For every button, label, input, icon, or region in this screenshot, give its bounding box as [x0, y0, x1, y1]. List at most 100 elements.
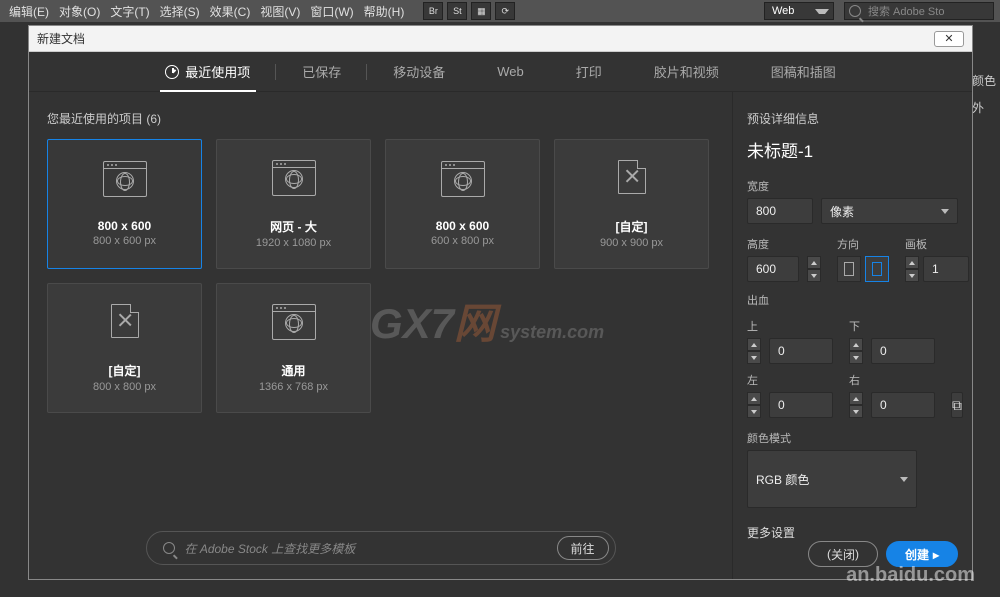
preset-custom-800[interactable]: [自定] 800 x 800 px [47, 283, 202, 413]
bleed-left-stepper[interactable] [747, 392, 761, 418]
preset-dims: 600 x 800 px [431, 235, 494, 247]
unit-dropdown[interactable]: 像素 [821, 198, 958, 224]
orientation-portrait[interactable] [837, 256, 861, 282]
menu-window[interactable]: 窗口(W) [307, 3, 356, 20]
preset-name: [自定] [616, 218, 648, 235]
bleed-top-input[interactable]: 0 [769, 338, 833, 364]
preset-custom-900[interactable]: [自定] 900 x 900 px [554, 139, 709, 269]
chevron-down-icon [900, 477, 908, 482]
bleed-right-stepper[interactable] [849, 392, 863, 418]
preset-dims: 900 x 900 px [600, 237, 663, 249]
bleed-right-input[interactable]: 0 [871, 392, 935, 418]
preset-common[interactable]: 通用 1366 x 768 px [216, 283, 371, 413]
document-name[interactable]: 未标题-1 [747, 137, 958, 162]
more-settings-link[interactable]: 更多设置 [747, 524, 958, 541]
menu-select[interactable]: 选择(S) [157, 3, 203, 20]
color-mode-dropdown[interactable]: RGB 颜色 [747, 450, 917, 508]
globe-icon [103, 161, 147, 197]
detail-header: 预设详细信息 [747, 110, 958, 127]
dialog-title: 新建文档 [37, 30, 85, 47]
clock-icon [165, 65, 179, 79]
stock-icon[interactable]: St [447, 2, 467, 20]
tab-recent[interactable]: 最近使用项 [139, 52, 276, 92]
adobe-stock-search[interactable]: 搜索 Adobe Sto [844, 2, 994, 20]
close-button[interactable]: ( 关闭 ) [808, 541, 878, 567]
artboards-input[interactable]: 1 [923, 256, 969, 282]
stock-search-placeholder: 在 Adobe Stock 上查找更多模板 [185, 540, 356, 557]
custom-icon [610, 160, 654, 196]
search-icon [163, 542, 175, 554]
bleed-top-label: 上 [747, 318, 833, 334]
link-bleed-button[interactable]: ⧉ [951, 392, 963, 418]
bleed-bottom-stepper[interactable] [849, 338, 863, 364]
globe-icon [272, 304, 316, 340]
orientation-landscape[interactable] [865, 256, 889, 282]
sync-icon[interactable]: ⟳ [495, 2, 515, 20]
height-label: 高度 [747, 236, 821, 252]
create-button[interactable]: 创建 [886, 541, 958, 567]
preset-name: [自定] [109, 362, 141, 379]
stock-search-row: 在 Adobe Stock 上查找更多模板 前往 [47, 519, 714, 567]
recent-projects-label: 您最近使用的项目 (6) [47, 110, 714, 127]
chevron-down-icon [941, 209, 949, 214]
preset-name: 800 x 600 [436, 219, 489, 233]
menu-help[interactable]: 帮助(H) [361, 3, 408, 20]
search-icon [849, 5, 861, 17]
tab-art[interactable]: 图稿和插图 [745, 52, 862, 92]
preset-600x800[interactable]: 800 x 600 600 x 800 px [385, 139, 540, 269]
width-input[interactable]: 800 [747, 198, 813, 224]
preset-detail-panel: 预设详细信息 未标题-1 宽度 800 像素 高度 600 [732, 92, 972, 579]
bleed-left-label: 左 [747, 372, 833, 388]
menu-text[interactable]: 文字(T) [107, 3, 152, 20]
color-mode-label: 颜色模式 [747, 430, 958, 446]
dialog-titlebar: 新建文档 ✕ [29, 26, 972, 52]
tab-print[interactable]: 打印 [550, 52, 628, 92]
preset-dims: 800 x 800 px [93, 381, 156, 393]
height-input[interactable]: 600 [747, 256, 799, 282]
height-stepper[interactable] [807, 256, 821, 282]
preset-area: 您最近使用的项目 (6) 800 x 600 800 x 600 px 网页 -… [29, 92, 732, 579]
dialog-close-button[interactable]: ✕ [934, 31, 964, 47]
panel-extra[interactable]: 外 [972, 99, 996, 116]
app-menubar: 编辑(E) 对象(O) 文字(T) 选择(S) 效果(C) 视图(V) 窗口(W… [0, 0, 1000, 22]
artboards-label: 画板 [905, 236, 969, 252]
orientation-label: 方向 [837, 236, 889, 252]
workspace-dropdown[interactable]: Web [764, 2, 834, 20]
bleed-right-label: 右 [849, 372, 935, 388]
preset-name: 网页 - 大 [270, 218, 317, 235]
arrange-icon[interactable]: ▦ [471, 2, 491, 20]
preset-grid: 800 x 600 800 x 600 px 网页 - 大 1920 x 108… [47, 139, 714, 413]
bleed-bottom-label: 下 [849, 318, 935, 334]
preset-name: 通用 [281, 362, 305, 379]
tab-film[interactable]: 胶片和视频 [628, 52, 745, 92]
tab-saved[interactable]: 已保存 [276, 52, 367, 92]
menu-effect[interactable]: 效果(C) [207, 3, 254, 20]
panel-color[interactable]: 颜色 [972, 72, 996, 89]
new-document-dialog: 新建文档 ✕ 最近使用项 已保存 移动设备 Web 打印 胶片和视频 图稿和插图… [28, 25, 973, 580]
preset-web-large[interactable]: 网页 - 大 1920 x 1080 px [216, 139, 371, 269]
link-icon: ⧉ [952, 397, 962, 414]
category-tabs: 最近使用项 已保存 移动设备 Web 打印 胶片和视频 图稿和插图 [29, 52, 972, 92]
artboards-stepper[interactable] [905, 256, 919, 282]
tab-web[interactable]: Web [471, 52, 550, 92]
menu-object[interactable]: 对象(O) [56, 3, 103, 20]
globe-icon [272, 160, 316, 196]
bleed-bottom-input[interactable]: 0 [871, 338, 935, 364]
bleed-left-input[interactable]: 0 [769, 392, 833, 418]
bleed-top-stepper[interactable] [747, 338, 761, 364]
custom-icon [103, 304, 147, 340]
tab-mobile[interactable]: 移动设备 [367, 52, 471, 92]
preset-dims: 1920 x 1080 px [256, 237, 331, 249]
width-label: 宽度 [747, 178, 958, 194]
stock-search-input[interactable]: 在 Adobe Stock 上查找更多模板 前往 [146, 531, 616, 565]
globe-icon [441, 161, 485, 197]
preset-name: 800 x 600 [98, 219, 151, 233]
preset-dims: 800 x 600 px [93, 235, 156, 247]
preset-800x600[interactable]: 800 x 600 800 x 600 px [47, 139, 202, 269]
go-button[interactable]: 前往 [557, 536, 609, 560]
menu-edit[interactable]: 编辑(E) [6, 3, 52, 20]
bridge-icon[interactable]: Br [423, 2, 443, 20]
preset-dims: 1366 x 768 px [259, 381, 328, 393]
bleed-label: 出血 [747, 292, 958, 308]
menu-view[interactable]: 视图(V) [257, 3, 303, 20]
